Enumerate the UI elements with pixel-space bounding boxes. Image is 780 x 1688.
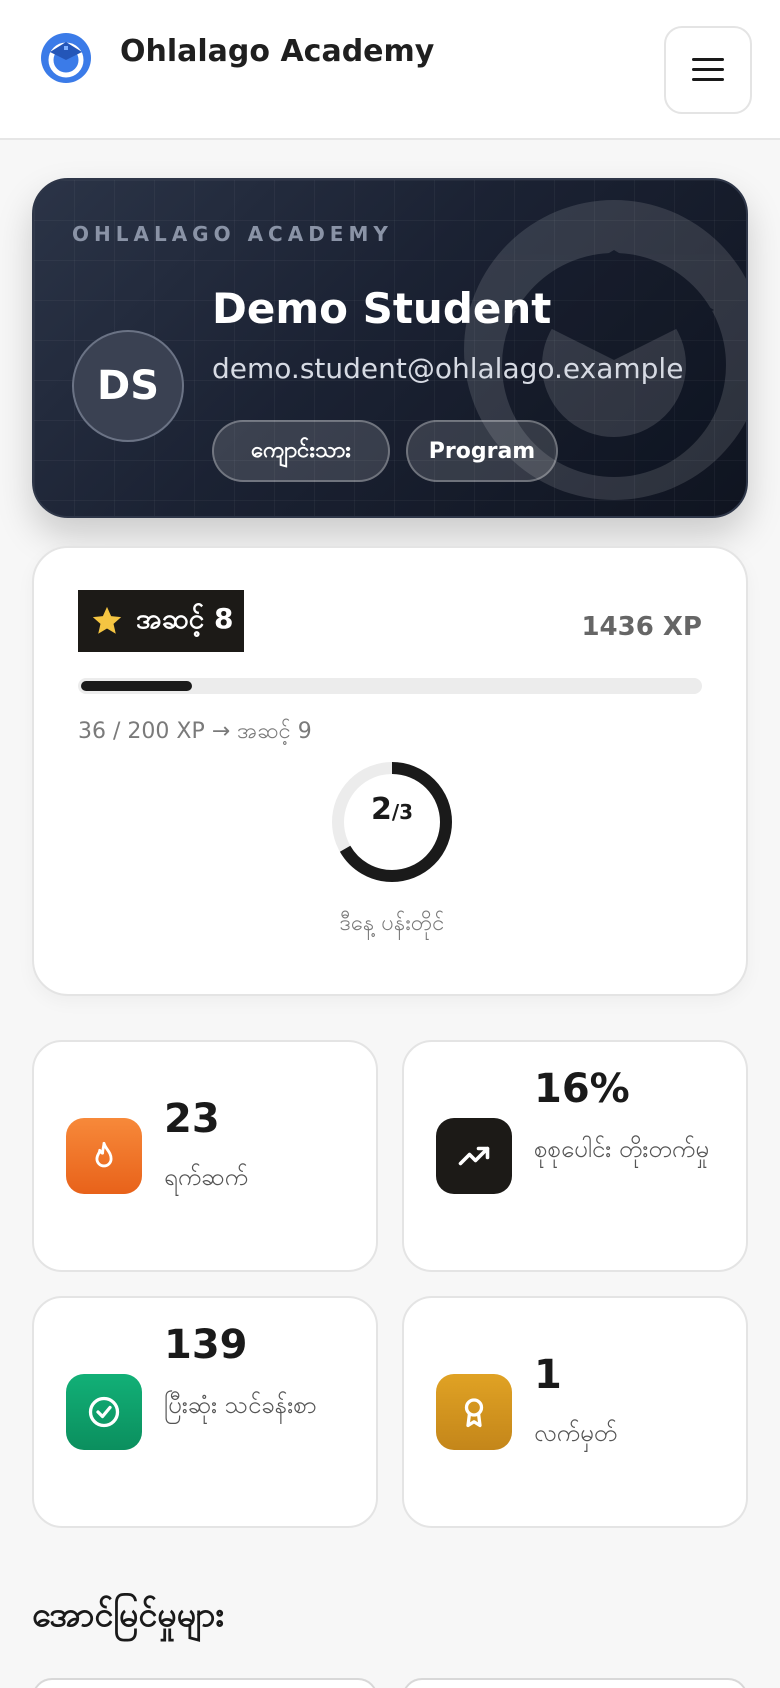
achievement-card[interactable] [402,1678,748,1688]
student-email: demo.student@ohlalago.example [212,352,684,385]
role-tag: ကျောင်းသား [212,420,390,482]
xp-progress-fill [81,681,192,691]
award-icon [436,1374,512,1450]
daily-goal-caption: ဒီနေ့ ပန်းတိုင် [339,911,445,936]
check-circle-icon [66,1374,142,1450]
xp-total: 1436 XP [581,612,702,642]
avatar-initials: DS [96,363,159,409]
avatar: DS [72,330,184,442]
stat-label: ရက်ဆက် [164,1163,248,1191]
stat-card-progress[interactable]: 16% စုစုပေါင်း တိုးတက်မှု [402,1040,748,1272]
level-badge: အဆင့် 8 [78,590,244,652]
stat-card-streak[interactable]: 23 ရက်ဆက် [32,1040,378,1272]
profile-kicker: OHLALAGO ACADEMY [72,222,393,246]
stat-value: 139 [164,1322,248,1368]
program-tag: Program [406,420,558,482]
level-label: အဆင့် 8 [136,602,234,635]
stat-card-certificates[interactable]: 1 လက်မှတ် [402,1296,748,1528]
academy-logo-icon[interactable] [40,32,92,84]
stat-label: ပြီးဆုံး သင်ခန်းစာ [164,1391,317,1419]
daily-goal-total: /3 [391,800,414,824]
achievements-heading: အောင်မြင်မှုများ [32,1595,225,1635]
level-card: အဆင့် 8 1436 XP 36 / 200 XP → အဆင့် 9 2/… [32,546,748,996]
stat-value: 16% [534,1066,630,1112]
hamburger-menu-icon [692,58,724,82]
stat-value: 23 [164,1096,220,1142]
stat-card-completed[interactable]: 139 ပြီးဆုံး သင်ခန်းစာ [32,1296,378,1528]
achievement-card[interactable] [32,1678,378,1688]
daily-goal-count: 2/3 [328,792,456,827]
xp-next-level-text: 36 / 200 XP → အဆင့် 9 [78,719,312,744]
app-header: Ohlalago Academy [0,0,780,140]
stat-label: စုစုပေါင်း တိုးတက်မှု [534,1135,709,1163]
student-name: Demo Student [212,284,552,333]
trending-up-icon [436,1118,512,1194]
flame-icon [66,1118,142,1194]
daily-goal-done: 2 [370,792,392,827]
star-icon [92,606,122,634]
stat-label: လက်မှတ် [534,1419,618,1447]
brand-title[interactable]: Ohlalago Academy [120,34,434,69]
profile-card: OHLALAGO ACADEMY DS Demo Student demo.st… [32,178,748,518]
menu-button[interactable] [664,26,752,114]
xp-progress-bar [78,678,702,694]
stat-value: 1 [534,1352,562,1398]
